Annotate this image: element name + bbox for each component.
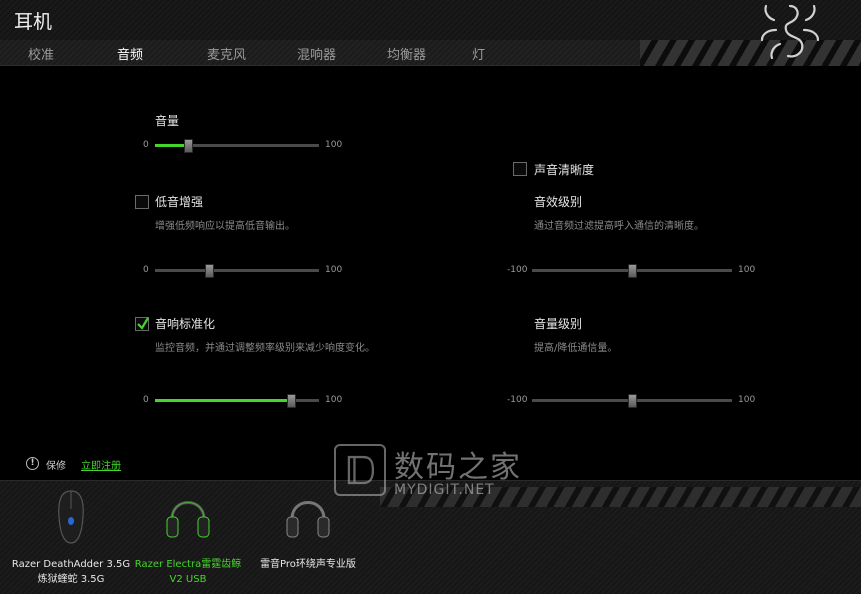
volume-level-label: 音量级别: [534, 317, 583, 331]
effect-level-max: 100: [738, 265, 756, 275]
sound-normalization-min: 0: [143, 395, 149, 405]
warranty-label: 保修: [46, 461, 66, 472]
bass-boost-slider[interactable]: [155, 264, 319, 278]
tab-microphone[interactable]: 麦克风: [207, 44, 246, 63]
volume-level-min: -100: [507, 395, 528, 405]
tab-equalizer[interactable]: 均衡器: [387, 44, 426, 63]
razer-logo-icon: [760, 4, 820, 60]
sound-normalization-checkbox[interactable]: [135, 317, 149, 331]
volume-level-slider[interactable]: [532, 394, 732, 408]
decorative-stripes: [640, 40, 861, 66]
title-bar: 耳机: [0, 0, 861, 40]
sound-normalization-max: 100: [325, 395, 343, 405]
bass-boost-checkbox[interactable]: [135, 195, 149, 209]
volume-max: 100: [325, 140, 343, 150]
effect-level-min: -100: [507, 265, 528, 275]
register-now-link[interactable]: 立即注册: [81, 457, 121, 472]
bass-boost-min: 0: [143, 265, 149, 275]
slider-thumb[interactable]: [183, 139, 193, 153]
volume-label: 音量: [155, 114, 180, 128]
mouse-icon: [58, 490, 84, 544]
device-name-line1: Razer Electra雷霆齿鲸: [134, 559, 242, 570]
slider-fill: [155, 144, 188, 147]
headset-icon: [166, 501, 210, 538]
voice-clarity-checkbox[interactable]: [513, 162, 527, 176]
slider-thumb[interactable]: [287, 394, 297, 408]
tab-audio[interactable]: 音频: [117, 44, 143, 63]
checkmark-icon: [137, 317, 149, 330]
bass-boost-description: 增强低频响应以提高低音输出。: [155, 221, 295, 232]
device-name-line2: 炼狱蝰蛇 3.5G: [37, 574, 105, 585]
device-name: Razer Electra雷霆齿鲸 V2 USB: [123, 557, 253, 587]
device-name: 雷音Pro环绕声专业版: [243, 557, 373, 572]
device-name: Razer DeathAdder 3.5G 炼狱蝰蛇 3.5G: [6, 557, 136, 587]
app-title: 耳机: [14, 11, 53, 33]
bass-boost-label: 低音增强: [155, 195, 204, 209]
sound-normalization-slider[interactable]: [155, 394, 319, 408]
slider-thumb[interactable]: [628, 394, 637, 408]
effect-level-label: 音效级别: [534, 195, 583, 209]
volume-min: 0: [143, 140, 149, 150]
voice-clarity-label: 声音清晰度: [534, 163, 595, 177]
device-deathadder[interactable]: Razer DeathAdder 3.5G 炼狱蝰蛇 3.5G: [6, 487, 136, 591]
device-name-line1: 雷音Pro环绕声专业版: [260, 559, 356, 570]
watermark-text-cn: 数码之家: [394, 450, 522, 485]
volume-level-description: 提高/降低通信量。: [534, 343, 618, 354]
tab-mixer[interactable]: 混响器: [297, 44, 336, 63]
watermark-text-en: MYDIGIT.NET: [394, 482, 495, 498]
effect-level-slider[interactable]: [532, 264, 732, 278]
device-name-line2: V2 USB: [169, 574, 207, 585]
volume-level-max: 100: [738, 395, 756, 405]
tab-lighting[interactable]: 灯: [472, 44, 485, 63]
tab-calibration[interactable]: 校准: [28, 44, 54, 63]
device-name-line1: Razer DeathAdder 3.5G: [11, 559, 131, 570]
slider-thumb[interactable]: [205, 264, 215, 278]
slider-thumb[interactable]: [628, 264, 637, 278]
slider-fill: [155, 399, 292, 402]
effect-level-description: 通过音频过滤提高呼入通信的清晰度。: [534, 221, 704, 232]
slider-track: [155, 269, 319, 272]
sound-normalization-label: 音响标准化: [155, 317, 216, 331]
info-icon: !: [26, 457, 39, 470]
watermark: 数码之家 MYDIGIT.NET: [334, 442, 534, 500]
watermark-logo-icon: [334, 444, 386, 496]
headset-icon: [286, 501, 330, 538]
sound-normalization-description: 监控音频，并通过调整频率级别来减少响度变化。: [155, 343, 375, 354]
volume-slider[interactable]: [155, 139, 319, 153]
tab-bar: 校准 音频 麦克风 混响器 均衡器 灯: [0, 40, 861, 66]
device-thunderous-pro[interactable]: 雷音Pro环绕声专业版: [243, 487, 373, 591]
device-electra-v2[interactable]: Razer Electra雷霆齿鲸 V2 USB: [123, 487, 253, 591]
bass-boost-max: 100: [325, 265, 343, 275]
